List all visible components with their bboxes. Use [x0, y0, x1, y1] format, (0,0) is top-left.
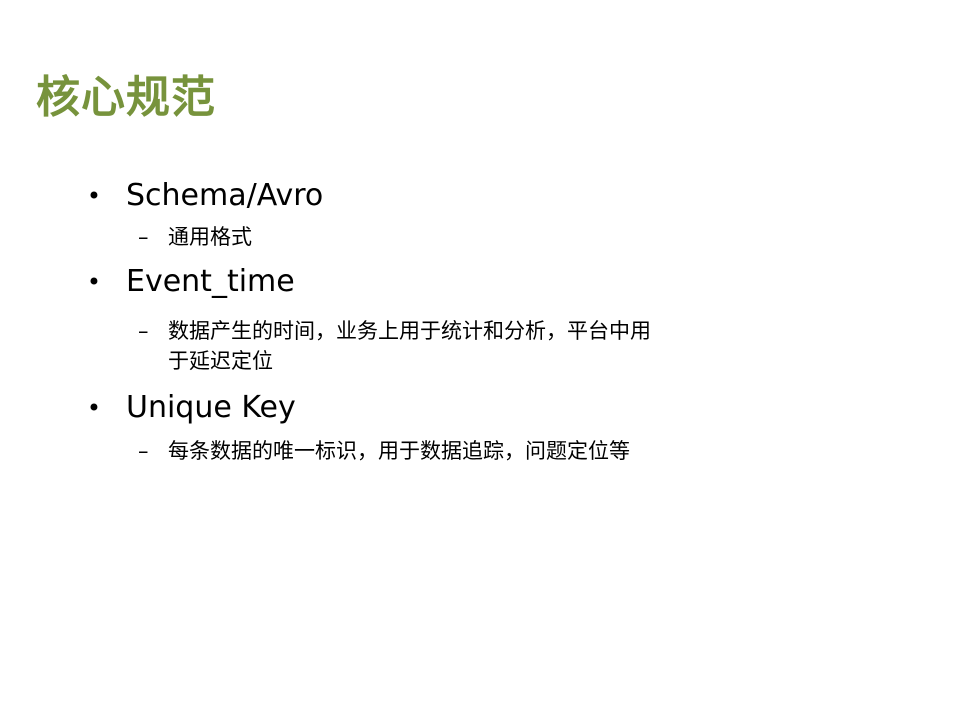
sub-item-text-line-2: 于延迟定位 [168, 349, 273, 373]
dash-icon: – [138, 225, 149, 249]
sub-item-text: 通用格式 [168, 225, 252, 249]
dash-icon: – [138, 439, 149, 463]
bullet-dot-icon: • [86, 394, 102, 422]
bullet-label: Schema/Avro [126, 178, 324, 213]
bullet-label: Event_time [126, 264, 295, 299]
sub-item-text-line-1: 数据产生的时间，业务上用于统计和分析，平台中用 [168, 319, 651, 343]
bullet-dot-icon: • [86, 268, 102, 296]
slide-title: 核心规范 [36, 72, 216, 123]
bullet-item-unique-key: • Unique Key [86, 386, 826, 430]
sub-item-unique-key-description: – 每条数据的唯一标识，用于数据追踪，问题定位等 [86, 436, 826, 466]
bullet-list: • Schema/Avro – 通用格式 • Event_time – 数据产生… [86, 174, 826, 466]
bullet-item-event-time: • Event_time [86, 260, 826, 304]
sub-item-schema-format: – 通用格式 [86, 222, 826, 252]
slide: 核心规范 • Schema/Avro – 通用格式 • Event_time –… [0, 0, 960, 720]
sub-item-text: 每条数据的唯一标识，用于数据追踪，问题定位等 [168, 439, 630, 463]
bullet-dot-icon: • [86, 182, 102, 210]
bullet-label: Unique Key [126, 390, 296, 425]
dash-icon: – [138, 319, 149, 343]
bullet-item-schema: • Schema/Avro [86, 174, 826, 218]
sub-item-event-time-description: – 数据产生的时间，业务上用于统计和分析，平台中用 于延迟定位 [86, 316, 826, 376]
